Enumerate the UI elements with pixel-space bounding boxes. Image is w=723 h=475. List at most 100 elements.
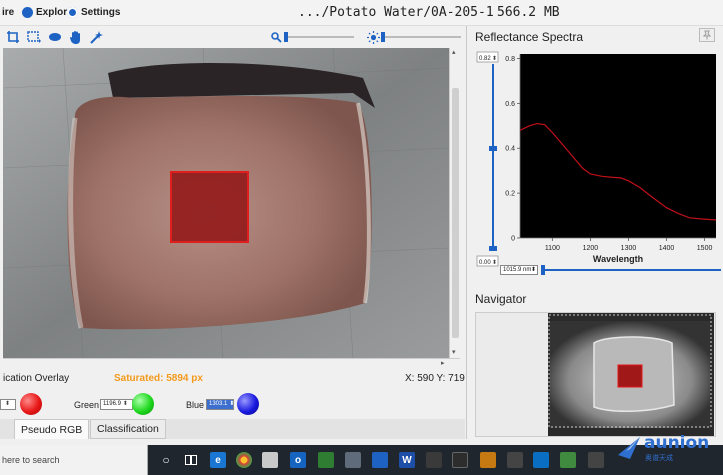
viewer-horizontal-scrollbar[interactable]: ▸ bbox=[3, 358, 460, 368]
file-path: .../Potato Water/0A-205-1 bbox=[298, 5, 494, 20]
wavelength-field[interactable]: 1015.9 nm ⬍ bbox=[500, 265, 538, 275]
cortana-icon[interactable]: ○ bbox=[158, 452, 174, 468]
zoom-slider-thumb[interactable] bbox=[284, 32, 288, 42]
ellipse-select-icon[interactable] bbox=[46, 28, 64, 46]
y-tick-label: 0 bbox=[511, 236, 515, 243]
word-icon[interactable]: W bbox=[399, 452, 415, 468]
ymin-field[interactable]: 0.00 ⬍ bbox=[476, 255, 499, 267]
scroll-right-icon[interactable]: ▸ bbox=[441, 359, 445, 367]
compass-icon bbox=[22, 7, 33, 18]
menu-acquire[interactable]: ire bbox=[2, 7, 14, 18]
spin-arrows-icon[interactable]: ⬍ bbox=[5, 400, 10, 409]
viewer-toolbar bbox=[0, 26, 465, 48]
spin-arrows-icon[interactable]: ⬍ bbox=[229, 400, 234, 409]
y-range-slider-handle-top[interactable] bbox=[489, 146, 497, 151]
wavelength-slider-thumb[interactable] bbox=[541, 265, 545, 275]
pin-icon[interactable] bbox=[699, 28, 715, 42]
vscode-icon[interactable] bbox=[533, 452, 549, 468]
view-mode-tabs: Pseudo RGB Classification bbox=[0, 419, 465, 439]
watermark-subtext: 奥谱天成 bbox=[645, 455, 673, 462]
navigator-panel bbox=[475, 312, 716, 437]
x-axis-label: Wavelength bbox=[593, 254, 643, 264]
potato-sample-image bbox=[3, 48, 449, 358]
display-icon[interactable] bbox=[588, 452, 604, 468]
rect-select-icon[interactable] bbox=[25, 28, 43, 46]
green-channel-value: 1196.9 bbox=[103, 401, 121, 407]
spin-arrows-icon[interactable]: ⬍ bbox=[531, 266, 536, 274]
camera-app-icon[interactable] bbox=[318, 452, 334, 468]
green-channel-color-button[interactable] bbox=[132, 393, 154, 415]
gear-icon bbox=[67, 7, 78, 18]
network-share-icon[interactable] bbox=[507, 452, 523, 468]
archive-icon[interactable] bbox=[480, 452, 496, 468]
right-panel: Reflectance Spectra 0.82 ⬍ 0.00 ⬍ 0 0.2 0.… bbox=[466, 26, 723, 439]
red-channel-spinbox[interactable]: ⬍ bbox=[0, 399, 16, 410]
store-icon[interactable] bbox=[262, 452, 278, 468]
rgb-channel-row: ⬍ Green 1196.9 ⬍ Blue 1303.1 ⬍ bbox=[0, 391, 465, 417]
menu-bar: ire Explore Settings .../Potato Water/0A… bbox=[0, 0, 723, 26]
red-channel-color-button[interactable] bbox=[20, 393, 42, 415]
file-size: 566.2 MB bbox=[497, 5, 560, 20]
x-tick-label: 1500 bbox=[697, 245, 713, 252]
crop-icon[interactable] bbox=[4, 28, 22, 46]
aunion-logo-icon bbox=[618, 437, 640, 459]
x-tick-label: 1300 bbox=[621, 245, 637, 252]
navigator-thumbnail[interactable] bbox=[476, 313, 715, 436]
blue-channel-value: 1303.1 bbox=[209, 401, 228, 407]
viewer-vscroll-thumb[interactable] bbox=[452, 88, 459, 338]
menu-settings[interactable]: Settings bbox=[67, 7, 120, 18]
ymin-field-value: 0.00 bbox=[479, 260, 491, 266]
zoom-icon bbox=[267, 28, 285, 46]
brightness-slider[interactable] bbox=[381, 32, 461, 42]
hand-icon[interactable] bbox=[67, 28, 85, 46]
taskbar-search[interactable]: here to search bbox=[0, 445, 148, 475]
wavelength-slider[interactable] bbox=[541, 265, 721, 275]
file-explorer-icon[interactable] bbox=[452, 452, 468, 468]
viewer-status-row: ication Overlay Saturated: 5894 px X: 59… bbox=[0, 371, 465, 387]
reflectance-chart[interactable]: 0.82 ⬍ 0.00 ⬍ 0 0.2 0.4 0.6 0.8 1100 1200 1300 1… bbox=[472, 50, 720, 270]
windows-taskbar: here to search ○ e o W bbox=[0, 445, 723, 475]
zoom-slider[interactable] bbox=[284, 32, 354, 42]
y-tick-label: 0.4 bbox=[505, 146, 515, 153]
brightness-icon bbox=[364, 28, 382, 46]
menu-acquire-label: ire bbox=[2, 7, 15, 18]
y-tick-label: 0.8 bbox=[505, 56, 515, 63]
watermark-text: aunion bbox=[644, 433, 710, 453]
y-range-slider-handle-bottom[interactable] bbox=[489, 246, 497, 251]
svg-text:⬍: ⬍ bbox=[492, 259, 497, 266]
spectrum-plot-area bbox=[520, 54, 716, 238]
blue-channel-label: Blue bbox=[186, 400, 205, 410]
tab-pseudo-rgb-label: Pseudo RGB bbox=[21, 423, 83, 436]
x-tick-label: 1400 bbox=[659, 245, 675, 252]
green-channel-spinbox[interactable]: 1196.9 ⬍ bbox=[100, 399, 133, 410]
wand-icon[interactable] bbox=[87, 28, 105, 46]
task-view-icon[interactable] bbox=[183, 452, 199, 468]
viewer-vertical-scrollbar[interactable]: ▴ ▾ bbox=[449, 48, 460, 358]
chrome-icon[interactable] bbox=[236, 452, 252, 468]
scroll-down-icon[interactable]: ▾ bbox=[452, 348, 456, 356]
blue-channel-spinbox[interactable]: 1303.1 ⬍ bbox=[206, 399, 234, 410]
taskbar-search-placeholder: here to search bbox=[2, 455, 60, 465]
brightness-slider-thumb[interactable] bbox=[381, 32, 385, 42]
navigator-title: Navigator bbox=[475, 292, 527, 306]
tab-classification-label: Classification bbox=[97, 423, 159, 435]
spin-arrows-icon[interactable]: ⬍ bbox=[123, 400, 128, 409]
edge-icon[interactable]: e bbox=[210, 452, 226, 468]
network-tool-icon[interactable] bbox=[345, 452, 361, 468]
hyperspectral-image-view[interactable] bbox=[3, 48, 449, 358]
outlook-icon[interactable]: o bbox=[290, 452, 306, 468]
menu-settings-label: Settings bbox=[81, 7, 121, 18]
roi-selection-box bbox=[170, 171, 249, 243]
blue-channel-color-button[interactable] bbox=[237, 393, 259, 415]
y-tick-label: 0.2 bbox=[505, 191, 515, 198]
saturated-count: Saturated: 5894 px bbox=[114, 373, 203, 384]
tab-pseudo-rgb[interactable]: Pseudo RGB bbox=[14, 419, 90, 439]
menu-explore[interactable]: Explore bbox=[22, 7, 73, 18]
tab-classification[interactable]: Classification bbox=[90, 419, 166, 439]
zoom-app-icon[interactable] bbox=[372, 452, 388, 468]
spreadsheet-icon[interactable] bbox=[560, 452, 576, 468]
pen-tool-icon[interactable] bbox=[426, 452, 442, 468]
scroll-up-icon[interactable]: ▴ bbox=[452, 48, 456, 56]
cursor-coords: X: 590 Y: 719 bbox=[405, 373, 465, 384]
ymax-field[interactable]: 0.82 ⬍ bbox=[476, 51, 499, 63]
